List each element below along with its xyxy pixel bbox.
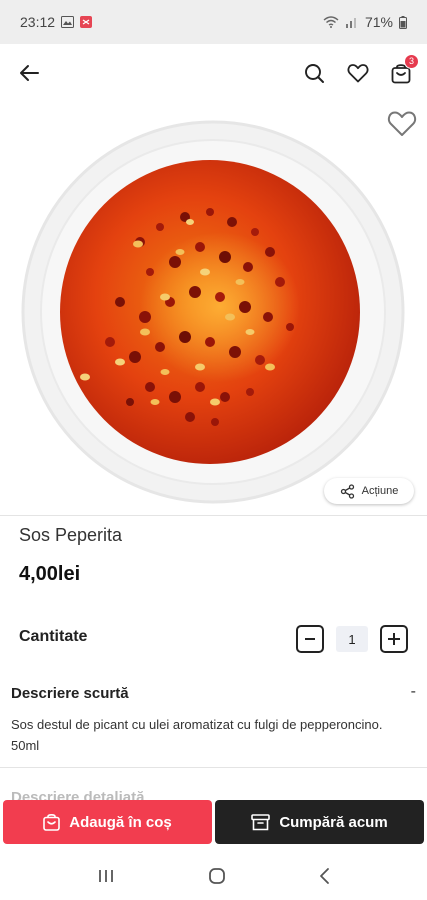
product-price: 4,00lei [19,563,81,585]
divider [0,515,427,516]
back-arrow-icon[interactable] [18,62,40,84]
share-button[interactable]: Acțiune [324,478,414,504]
quantity-stepper: 1 [296,625,408,653]
archive-box-icon [251,813,271,831]
home-icon[interactable] [208,867,226,885]
wifi-icon [323,16,339,28]
battery-percent: 71% [364,14,393,30]
cart-icon [43,813,61,831]
status-bar: 23:12 71% [0,0,427,44]
decrease-quantity-button[interactable] [296,625,324,653]
cart-count-badge: 3 [404,53,419,69]
status-right: 71% [323,14,407,30]
increase-quantity-button[interactable] [380,625,408,653]
product-name: Sos Peperita [19,525,123,545]
gallery-icon [61,16,75,28]
status-time: 23:12 [20,14,56,30]
add-to-cart-button[interactable]: Adaugă în coș [3,800,212,844]
back-nav-icon[interactable] [319,867,331,885]
short-description-title: Descriere scurtă [11,685,129,702]
system-nav-bar [0,852,427,900]
short-description-text: Sos destul de picant cu ulei aromatizat … [11,717,383,753]
cart-icon[interactable]: 3 [391,53,419,84]
action-bar: Adaugă în coș Cumpără acum [0,800,427,850]
app-bar-actions: 3 [304,53,419,84]
divider [0,767,427,768]
quantity-value[interactable]: 1 [336,626,368,652]
share-label: Acțiune [361,485,399,497]
heart-icon[interactable] [347,63,369,83]
status-left: 23:12 [20,14,93,30]
quantity-label: Cantitate [19,628,88,645]
minus-icon [305,638,315,640]
signal-icon [345,16,359,28]
app-bar: 3 [0,44,427,102]
share-icon [340,483,355,499]
battery-icon [399,15,407,29]
plus-icon [388,633,400,645]
recent-apps-icon[interactable] [97,868,115,884]
buy-now-button[interactable]: Cumpără acum [215,800,424,844]
buy-now-label: Cumpără acum [279,813,388,831]
product-image[interactable] [0,102,427,514]
app-notification-icon [80,16,93,28]
favorite-heart-icon[interactable] [387,110,417,137]
short-description-toggle[interactable]: - [411,683,416,701]
add-to-cart-label: Adaugă în coș [69,813,172,831]
search-icon[interactable] [304,63,325,84]
